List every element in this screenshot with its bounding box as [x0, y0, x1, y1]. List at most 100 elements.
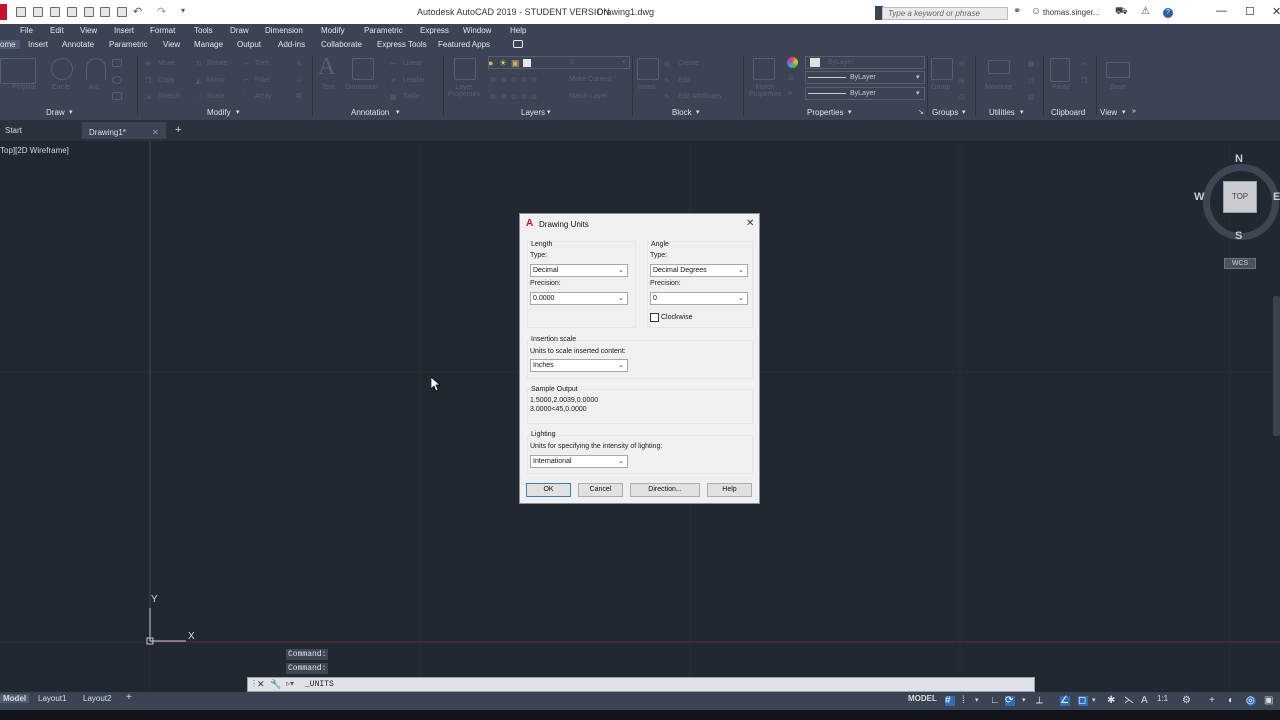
layer-dropdown[interactable] — [488, 56, 630, 69]
save-icon[interactable] — [50, 7, 60, 17]
text-icon[interactable]: A — [318, 54, 335, 81]
tab-annotate[interactable]: Annotate — [62, 40, 94, 49]
panel-annotation-expand-icon[interactable]: ▾ — [396, 108, 400, 116]
measure-tool[interactable]: Measure — [985, 84, 1012, 91]
make-current-tool[interactable]: Make Current — [569, 76, 611, 83]
isolate-objects-icon[interactable]: ◐ — [1228, 696, 1238, 706]
panel-draw-expand-icon[interactable]: ▾ — [69, 108, 73, 116]
match-layer-tool[interactable]: Match Layer — [569, 93, 608, 100]
base-view-icon[interactable] — [1106, 62, 1130, 78]
tab-insert[interactable]: Insert — [28, 40, 48, 49]
color-wheel-icon[interactable] — [787, 57, 798, 68]
panel-groups-expand-icon[interactable]: ▾ — [962, 108, 966, 116]
panel-view-expand-icon[interactable]: ▾ — [1122, 108, 1126, 116]
menu-draw[interactable]: Draw — [230, 26, 249, 35]
new-tab-icon[interactable]: + — [175, 124, 181, 136]
layer-properties-icon[interactable] — [454, 58, 476, 80]
save-web-icon[interactable] — [100, 7, 110, 17]
length-precision-select[interactable]: 0.0000 ⌄ — [530, 292, 628, 305]
tab-start[interactable]: Start — [0, 122, 80, 139]
rectangle-icon[interactable] — [112, 59, 122, 67]
panel-annotation-title[interactable]: Annotation — [351, 108, 389, 117]
tab-collaborate[interactable]: Collaborate — [321, 40, 362, 49]
wcs-menu[interactable]: WCS — [1224, 258, 1256, 269]
quick-select-icon[interactable]: ⊡ — [1028, 77, 1034, 85]
menu-dimension[interactable]: Dimension — [265, 26, 303, 35]
group-tool[interactable]: Group — [931, 84, 950, 91]
panel-groups-title[interactable]: Groups — [932, 108, 958, 117]
menu-edit[interactable]: Edit — [50, 26, 64, 35]
id-point-icon[interactable]: ▥ — [1028, 93, 1035, 101]
tab-manage[interactable]: Manage — [194, 40, 223, 49]
cut-icon[interactable]: ✂ — [1081, 60, 1087, 68]
group-select-icon[interactable]: ⊡ — [959, 93, 965, 101]
annotation-visibility-icon[interactable]: ✱ — [1107, 696, 1117, 706]
hatch-icon[interactable] — [112, 76, 122, 84]
panel-utilities-expand-icon[interactable]: ▾ — [1020, 108, 1024, 116]
annotation-scale-icon[interactable]: A — [1141, 696, 1151, 706]
open-web-icon[interactable] — [84, 7, 94, 17]
panel-layers-expand-icon[interactable]: ▾ — [547, 108, 551, 116]
mirror-tool[interactable]: Mirror — [207, 77, 225, 84]
layout-tab-layout1[interactable]: Layout1 — [38, 694, 66, 703]
dimension-icon[interactable] — [352, 58, 374, 80]
tab-parametric[interactable]: Parametric — [109, 40, 148, 49]
object-snap-icon[interactable]: ◻ — [1078, 696, 1088, 706]
search-input[interactable]: Type a keyword or phrase — [882, 7, 1008, 20]
close-icon[interactable]: ✕ — [1272, 5, 1280, 18]
clockwise-checkbox[interactable] — [650, 313, 659, 322]
plot-icon[interactable] — [117, 7, 127, 17]
object-snap-tracking-icon[interactable]: ∠ — [1060, 696, 1070, 706]
clockwise-label[interactable]: Clockwise — [661, 314, 693, 321]
offset-icon[interactable]: ⧉ — [296, 93, 301, 101]
explode-icon[interactable]: ✧ — [296, 77, 302, 85]
panel-overflow-icon[interactable]: » — [1132, 108, 1136, 115]
panel-properties-expand-icon[interactable]: ▾ — [848, 108, 852, 116]
panel-view-title[interactable]: View — [1100, 108, 1117, 117]
insert-block-tool[interactable]: Insert — [638, 84, 656, 91]
arc-icon[interactable] — [86, 58, 106, 80]
panel-modify-title[interactable]: Modify — [207, 108, 231, 117]
user-name[interactable]: thomas.singer... — [1043, 8, 1099, 17]
menu-format[interactable]: Format — [150, 26, 175, 35]
close-tab-icon[interactable]: ✕ — [152, 124, 159, 141]
length-type-select[interactable]: Decimal ⌄ — [530, 264, 628, 277]
base-view-tool[interactable]: Base — [1110, 84, 1126, 91]
menu-parametric[interactable]: Parametric — [364, 26, 403, 35]
menu-modify[interactable]: Modify — [321, 26, 345, 35]
isodraft-icon[interactable]: ⟂ — [1036, 696, 1046, 706]
text-tool[interactable]: Text — [322, 84, 335, 91]
panel-draw-title[interactable]: Draw — [46, 108, 65, 117]
ortho-icon[interactable]: ∟ — [990, 696, 1000, 706]
dimension-tool[interactable]: Dimension — [345, 84, 378, 91]
menu-file[interactable]: File — [20, 26, 33, 35]
insertion-units-select[interactable]: Inches ⌄ — [530, 359, 628, 372]
tab-featured-apps[interactable]: Featured Apps — [438, 40, 490, 49]
menu-insert[interactable]: Insert — [114, 26, 134, 35]
tab-express-tools[interactable]: Express Tools — [377, 40, 427, 49]
polyline-tool[interactable]: Polyline — [12, 84, 37, 91]
binoculars-icon[interactable]: ⚭ — [1013, 6, 1021, 17]
menu-help[interactable]: Help — [510, 26, 526, 35]
undo-icon[interactable]: ↶ — [133, 5, 142, 18]
arc-tool[interactable]: Arc — [89, 84, 100, 91]
linear-tool[interactable]: Linear — [403, 60, 422, 67]
polar-icon[interactable]: ⟳ — [1005, 696, 1015, 706]
direction-button[interactable]: Direction... — [630, 483, 700, 497]
app-menu-button[interactable] — [0, 4, 7, 20]
tab-output[interactable]: Output — [237, 40, 261, 49]
command-close-icon[interactable]: ✕ — [257, 679, 265, 690]
plus-icon[interactable]: + — [1209, 696, 1219, 706]
scale-tool[interactable]: Scale — [207, 93, 225, 100]
grid-icon[interactable]: # — [945, 696, 955, 706]
group-edit-icon[interactable]: ⊞ — [959, 77, 965, 85]
paste-icon[interactable] — [1050, 58, 1070, 82]
dialog-close-icon[interactable]: ✕ — [746, 218, 754, 229]
snap-icon[interactable]: ⁞ — [962, 696, 972, 706]
chevron-down-icon[interactable]: ▾ — [1022, 696, 1032, 706]
insert-block-icon[interactable] — [637, 58, 659, 80]
layout-tab-layout2[interactable]: Layout2 — [83, 694, 111, 703]
chevron-down-icon[interactable]: ▾ — [975, 696, 985, 706]
compass-south[interactable]: S — [1235, 230, 1242, 242]
calculator-icon[interactable]: ▦ — [1028, 60, 1035, 68]
